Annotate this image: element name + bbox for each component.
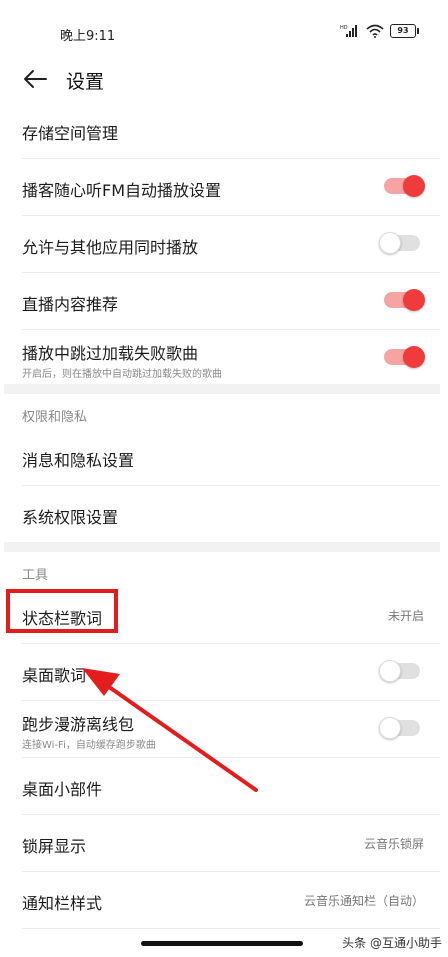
status-bar: 晚上9:11 HD 93	[0, 0, 448, 56]
row-label: 直播内容推荐	[22, 295, 119, 314]
row-label: 系统权限设置	[22, 508, 119, 527]
row-label: 锁屏显示	[22, 837, 87, 856]
network-type-label: HD	[340, 25, 348, 31]
lockscreen-display-row[interactable]: 锁屏显示 云音乐锁屏	[22, 815, 440, 872]
allow-concurrent-playback-row: 允许与其他应用同时播放	[22, 216, 440, 273]
live-recommendation-toggle[interactable]	[384, 289, 425, 311]
skip-failed-songs-toggle[interactable]	[384, 346, 425, 368]
watermark: 头条 @互通小助手	[342, 936, 442, 950]
section-title: 工具	[22, 568, 49, 583]
statusbar-lyrics-row[interactable]: 状态栏歌词 未开启	[22, 587, 440, 644]
home-indicator[interactable]	[141, 941, 303, 946]
running-offline-pack-row: 跑步漫游离线包 连接Wi-Fi，自动缓存跑步歌曲	[22, 701, 440, 758]
status-time: 晚上9:11	[60, 29, 116, 44]
page-title: 设置	[66, 71, 105, 93]
row-value: 未开启	[387, 609, 424, 623]
live-recommendation-row: 直播内容推荐	[22, 273, 440, 330]
row-label: 状态栏歌词	[22, 609, 103, 628]
storage-management-row[interactable]: 存储空间管理	[22, 102, 440, 159]
page-header: 设置	[0, 56, 448, 102]
section-divider	[4, 542, 440, 552]
desktop-widget-row[interactable]: 桌面小部件	[22, 758, 440, 815]
settings-list: 存储空间管理 播客随心听FM自动播放设置 允许与其他应用同时播放 直播内容推荐 …	[0, 102, 448, 929]
notification-style-row[interactable]: 通知栏样式 云音乐通知栏（自动）	[22, 872, 440, 929]
row-label: 消息和隐私设置	[22, 451, 135, 470]
row-value: 云音乐锁屏	[363, 837, 424, 851]
row-value: 云音乐通知栏（自动）	[303, 894, 424, 908]
skip-failed-songs-row: 播放中跳过加载失败歌曲 开启后，则在播放中自动跳过加载失败的歌曲	[22, 330, 440, 384]
podcast-fm-autoplay-toggle[interactable]	[384, 175, 425, 197]
allow-concurrent-playback-toggle[interactable]	[379, 232, 420, 254]
desktop-lyrics-row: 桌面歌词	[22, 644, 440, 701]
section-header-privacy: 权限和隐私	[22, 394, 448, 429]
message-privacy-settings-row[interactable]: 消息和隐私设置	[22, 429, 440, 486]
row-label: 桌面小部件	[22, 780, 103, 799]
row-label: 播客随心听FM自动播放设置	[22, 181, 222, 200]
row-subtitle: 连接Wi-Fi，自动缓存跑步歌曲	[22, 740, 156, 751]
desktop-lyrics-toggle[interactable]	[379, 660, 420, 682]
row-label: 存储空间管理	[22, 124, 119, 143]
status-icons: HD 93	[340, 24, 419, 38]
wifi-icon	[366, 24, 384, 38]
row-label: 桌面歌词	[22, 666, 87, 685]
row-label: 跑步漫游离线包	[22, 715, 135, 734]
running-offline-pack-toggle[interactable]	[379, 717, 420, 739]
system-permission-settings-row[interactable]: 系统权限设置	[22, 486, 440, 542]
row-label: 通知栏样式	[22, 894, 103, 913]
row-label: 播放中跳过加载失败歌曲	[22, 344, 199, 363]
section-header-tools: 工具	[22, 552, 448, 587]
section-title: 权限和隐私	[22, 410, 88, 425]
back-arrow-icon	[24, 70, 47, 88]
signal-icon: HD	[340, 25, 357, 37]
row-label: 允许与其他应用同时播放	[22, 238, 199, 257]
row-subtitle: 开启后，则在播放中自动跳过加载失败的歌曲	[22, 369, 222, 380]
battery-icon: 93	[390, 24, 419, 38]
back-button[interactable]	[20, 64, 50, 94]
section-divider	[4, 384, 440, 394]
podcast-fm-autoplay-row: 播客随心听FM自动播放设置	[22, 159, 440, 216]
